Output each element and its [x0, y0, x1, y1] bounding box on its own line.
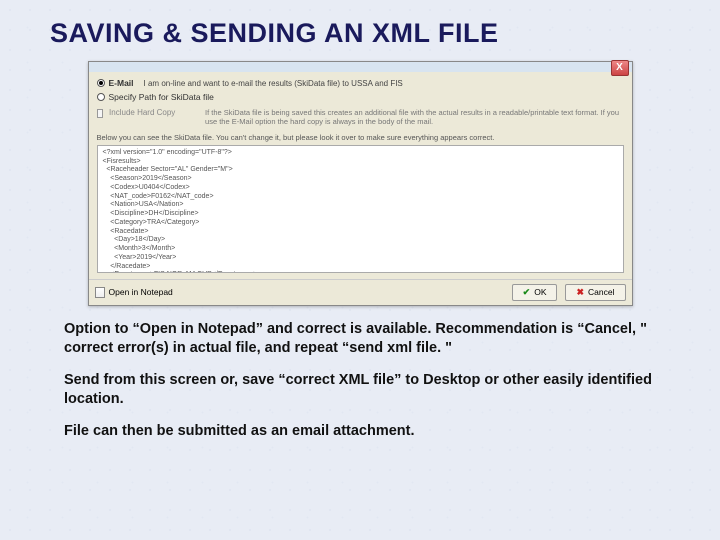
- page-title: SAVING & SENDING AN XML FILE: [50, 18, 680, 49]
- dialog-body: E-Mail I am on-line and want to e-mail t…: [89, 72, 632, 279]
- xml-line: <Month>3</Month>: [103, 245, 618, 254]
- xml-line: <Season>2019</Season>: [103, 175, 618, 184]
- xml-line: <NAT_code>F0162</NAT_code>: [103, 193, 618, 202]
- xml-line: <Eventname>FIS NOR-AM CUP</Eventname>: [103, 271, 618, 273]
- xml-line: <Discipline>DH</Discipline>: [103, 210, 618, 219]
- xml-line: </Racedate>: [103, 263, 618, 272]
- dialog-button-bar: Open in Notepad ✔ OK ✖ Cancel: [89, 279, 632, 305]
- ok-button[interactable]: ✔ OK: [512, 284, 558, 301]
- open-notepad-label: Open in Notepad: [109, 287, 173, 297]
- dialog-window: X E-Mail I am on-line and want to e-mail…: [88, 61, 633, 306]
- caption-2: Send from this screen or, save “correct …: [64, 371, 680, 410]
- hardcopy-row: Include Hard Copy If the SkiData file is…: [97, 108, 624, 127]
- cancel-button[interactable]: ✖ Cancel: [565, 284, 625, 301]
- close-icon[interactable]: X: [611, 60, 629, 76]
- xml-line: <Racedate>: [103, 228, 618, 237]
- check-icon: ✔: [523, 287, 531, 298]
- xml-line: <Fisresults>: [103, 158, 618, 167]
- radio-icon[interactable]: [97, 79, 105, 87]
- xml-line: <?xml version="1.0" encoding="UTF-8"?>: [103, 149, 618, 158]
- radio-path-label: Specify Path for SkiData file: [109, 92, 214, 102]
- hardcopy-label: Include Hard Copy: [109, 108, 199, 117]
- hardcopy-desc: If the SkiData file is being saved this …: [205, 108, 623, 127]
- radio-email-row[interactable]: E-Mail I am on-line and want to e-mail t…: [97, 78, 624, 88]
- xml-line: <Category>TRA</Category>: [103, 219, 618, 228]
- open-notepad-button[interactable]: Open in Notepad: [95, 287, 173, 298]
- xml-preview: <?xml version="1.0" encoding="UTF-8"?> <…: [97, 145, 624, 273]
- cancel-icon: ✖: [576, 287, 584, 298]
- xml-line: <Day>18</Day>: [103, 236, 618, 245]
- ok-label: OK: [534, 287, 546, 297]
- radio-email-desc: I am on-line and want to e-mail the resu…: [144, 79, 403, 88]
- info-text: Below you can see the SkiData file. You …: [97, 133, 624, 142]
- radio-icon[interactable]: [97, 93, 105, 101]
- notepad-icon: [95, 287, 105, 298]
- xml-line: <Raceheader Sector="AL" Gender="M">: [103, 166, 618, 175]
- cancel-label: Cancel: [588, 287, 614, 297]
- radio-path-row[interactable]: Specify Path for SkiData file: [97, 92, 624, 102]
- radio-email-label: E-Mail: [109, 78, 134, 88]
- caption-3: File can then be submitted as an email a…: [64, 422, 680, 442]
- xml-line: <Codex>U0404</Codex>: [103, 184, 618, 193]
- caption-1: Option to “Open in Notepad” and correct …: [64, 320, 680, 359]
- xml-line: <Year>2019</Year>: [103, 254, 618, 263]
- dialog-titlebar: X: [89, 62, 632, 72]
- checkbox-icon[interactable]: [97, 109, 104, 118]
- xml-line: <Nation>USA</Nation>: [103, 201, 618, 210]
